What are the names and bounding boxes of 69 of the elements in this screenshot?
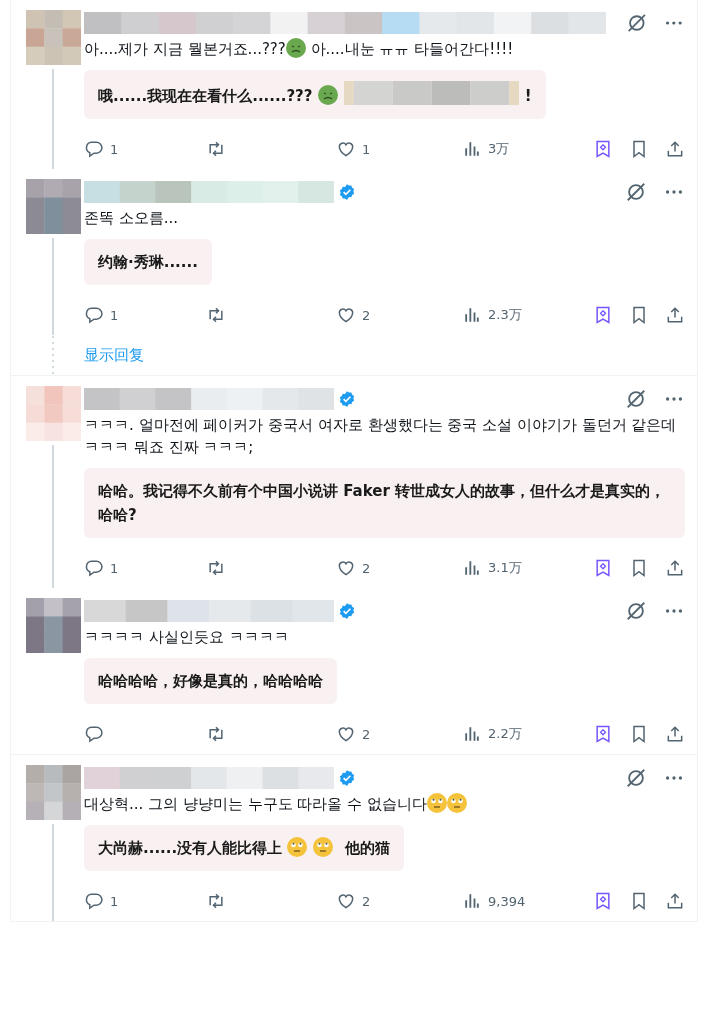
reply-icon[interactable]: [84, 139, 104, 159]
views-icon[interactable]: [462, 724, 482, 744]
reply-count: 1: [110, 141, 119, 157]
tweet-text: 아....제가 지금 뭘본거죠...???: [84, 40, 286, 58]
like-count: 2: [362, 307, 371, 323]
reply-count: 1: [110, 560, 119, 576]
translation-text: 哈哈哈哈，好像是真的，哈哈哈哈: [98, 672, 323, 690]
translation-text: 哈哈。我记得不久前有个中国小说讲 Faker 转世成女人的故事，但什么才是真实的，哈哈?: [98, 482, 666, 524]
reply-icon[interactable]: [84, 558, 104, 578]
show-replies-link[interactable]: 显示回复: [84, 345, 144, 365]
translation-text: !: [524, 87, 532, 105]
like-count: 2: [362, 560, 371, 576]
tweet-text: 아....내눈 ㅠㅠ 타들어간다!!!!: [309, 40, 514, 58]
eye-roll-emoji-icon: [313, 837, 334, 857]
repost-icon[interactable]: [206, 305, 226, 325]
repost-icon[interactable]: [206, 891, 226, 911]
like-icon[interactable]: [336, 891, 356, 911]
repost-icon[interactable]: [206, 139, 226, 159]
share-icon[interactable]: [665, 305, 685, 325]
view-count: 2.2万: [488, 725, 522, 743]
like-count: 2: [362, 893, 371, 909]
views-icon[interactable]: [462, 305, 482, 325]
share-icon[interactable]: [665, 139, 685, 159]
share-icon[interactable]: [665, 558, 685, 578]
sick-emoji-icon: [317, 85, 338, 105]
view-count: 3.1万: [488, 559, 522, 577]
translation-text: 大尚赫......没有人能比得上: [98, 839, 284, 857]
view-count: 2.3万: [488, 306, 522, 324]
views-icon[interactable]: [462, 891, 482, 911]
sick-emoji-icon: [285, 38, 306, 58]
reply-count: 1: [110, 307, 119, 323]
mute-icon[interactable]: [625, 181, 647, 203]
repost-icon[interactable]: [206, 724, 226, 744]
like-count: 1: [362, 141, 371, 157]
like-count: 2: [362, 726, 371, 742]
share-icon[interactable]: [665, 724, 685, 744]
eye-roll-emoji-icon: [446, 793, 467, 813]
mute-icon[interactable]: [625, 12, 648, 34]
tweet-text: ㅋㅋㅋ. 얼마전에 페이커가 중국서 여자로 환생했다는 중국 소설 이야기가 돌던거 같은데 ㅋㅋㅋ 뭐죠 진짜 ㅋㅋㅋ;: [84, 416, 677, 456]
like-icon[interactable]: [336, 724, 356, 744]
reply-count: 1: [110, 893, 119, 909]
translation-text: 哦......我现在在看什么......???: [98, 87, 314, 105]
share-icon[interactable]: [665, 891, 685, 911]
tweet-text: 존똑 소오름...: [84, 209, 179, 227]
views-icon[interactable]: [462, 139, 482, 159]
tweet-text: ㅋㅋㅋㅋ 사실인듯요 ㅋㅋㅋㅋ: [84, 628, 289, 646]
eye-roll-emoji-icon: [426, 793, 447, 813]
translation-text: 他的猫: [343, 839, 390, 857]
like-icon[interactable]: [336, 139, 356, 159]
grok-bookmark-icon[interactable]: [593, 139, 613, 159]
grok-bookmark-icon[interactable]: [593, 724, 613, 744]
grok-bookmark-icon[interactable]: [593, 891, 613, 911]
view-count: 3万: [488, 140, 510, 158]
reply-icon[interactable]: [84, 891, 104, 911]
mute-icon[interactable]: [625, 767, 647, 789]
like-icon[interactable]: [336, 305, 356, 325]
reply-icon[interactable]: [84, 724, 104, 744]
grok-bookmark-icon[interactable]: [593, 305, 613, 325]
view-count: 9,394: [488, 893, 526, 909]
repost-icon[interactable]: [206, 558, 226, 578]
mute-icon[interactable]: [625, 388, 647, 410]
mute-icon[interactable]: [625, 600, 647, 622]
tweet-text: 대상혁... 그의 냥냥미는 누구도 따라올 수 없습니다: [84, 795, 427, 813]
like-icon[interactable]: [336, 558, 356, 578]
views-icon[interactable]: [462, 558, 482, 578]
eye-roll-emoji-icon: [287, 837, 308, 857]
grok-bookmark-icon[interactable]: [593, 558, 613, 578]
translation-text: 约翰·秀琳......: [98, 253, 198, 271]
reply-icon[interactable]: [84, 305, 104, 325]
